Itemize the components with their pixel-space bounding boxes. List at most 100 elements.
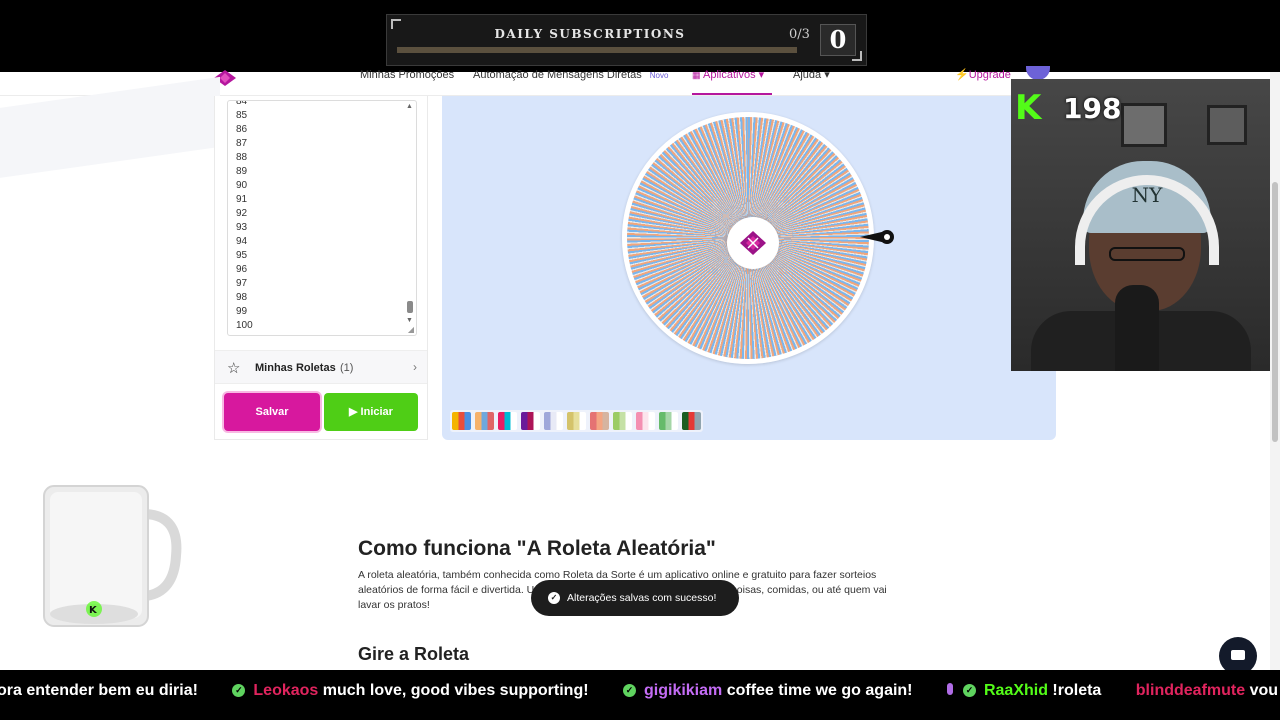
entry-line: 95: [236, 250, 248, 261]
nav-item-dm-automation[interactable]: Automação de Mensagens Diretas Novo: [473, 69, 669, 81]
new-badge: Novo: [649, 71, 669, 80]
nav-item-apps[interactable]: ▦ Aplicativos ▾: [692, 69, 765, 81]
color-palette-swatch[interactable]: [498, 412, 517, 430]
ticker-user: Leokaos: [253, 682, 319, 699]
wheel-panel: [442, 96, 1056, 440]
color-palette-swatch[interactable]: [475, 412, 494, 430]
star-icon: ☆: [227, 360, 241, 377]
ticker-message: ✓ Leokaos much love, good vibes supportin…: [232, 682, 593, 699]
textarea-scrollbar-thumb[interactable]: [407, 301, 413, 313]
ticker-text: coffee time we go again!: [722, 682, 913, 699]
webcam-overlay: NY: [1011, 79, 1270, 371]
mic-icon: [946, 683, 953, 695]
color-palette-swatch[interactable]: [452, 412, 471, 430]
nav-item-label: Aplicativos ▾: [703, 69, 765, 81]
entry-line: 97: [236, 278, 248, 289]
subs-progress-bar: [397, 47, 797, 53]
subs-title: DAILY SUBSCRIPTIONS: [494, 27, 686, 41]
grid-icon: ▦: [692, 70, 704, 80]
start-button[interactable]: ▶ Iniciar: [324, 393, 418, 431]
follower-count: 198: [1063, 92, 1122, 125]
color-palette-swatch[interactable]: [590, 412, 609, 430]
resize-grip-icon[interactable]: ◢: [408, 325, 414, 334]
entry-line: 84: [236, 100, 248, 107]
chevron-right-icon: ›: [413, 360, 417, 374]
article-title: Como funciona "A Roleta Aleatória": [358, 537, 716, 560]
section-title: Gire a Roleta: [358, 644, 470, 664]
success-toast: ✓ Alterações salvas com sucesso!: [531, 580, 739, 616]
color-palette-swatch[interactable]: [613, 412, 632, 430]
spin-wheel[interactable]: [622, 112, 874, 364]
wheel-hub[interactable]: [727, 217, 779, 269]
entry-line: 90: [236, 180, 248, 191]
ticker-message: ora entender bem eu diria!: [0, 682, 202, 699]
entry-line: 87: [236, 138, 248, 149]
entry-line: 85: [236, 110, 248, 121]
nav-item-help[interactable]: Ajuda ▾: [793, 70, 830, 81]
subs-count: 0: [820, 24, 856, 56]
toast-message: Alterações salvas com sucesso!: [567, 592, 717, 604]
entry-line: 98: [236, 292, 248, 303]
entry-line: 100: [236, 320, 253, 331]
beer-mug-image: K: [43, 485, 182, 627]
ticker-user: blinddeafmute: [1135, 682, 1246, 699]
entry-line: 92: [236, 208, 248, 219]
nav-item-label: Automação de Mensagens Diretas: [473, 69, 642, 81]
entry-line: 93: [236, 222, 248, 233]
my-wheels-label: Minhas Roletas: [255, 362, 336, 374]
entry-line: 94: [236, 236, 248, 247]
brand-logo-icon: [740, 231, 766, 255]
ticker-text: ora entender bem eu diria!: [0, 682, 198, 699]
ticker-user: RaaXhid: [983, 682, 1048, 699]
entries-textarea[interactable]: 84 85 86 87 88 89 90 91 92 93 94 95 96 9…: [227, 100, 417, 336]
avatar[interactable]: [1026, 66, 1050, 80]
microphone: [1115, 285, 1159, 371]
ticker-message: ✓ RaaXhid !roleta: [946, 682, 1106, 699]
wheel-pointer-icon: [860, 230, 894, 244]
color-palette-swatch[interactable]: [682, 412, 701, 430]
entry-line: 96: [236, 264, 248, 275]
entries-panel: 84 85 86 87 88 89 90 91 92 93 94 95 96 9…: [214, 96, 428, 440]
active-nav-indicator: [692, 93, 772, 95]
ticker-text: much love, good vibes supporting!: [318, 682, 589, 699]
color-palette-swatch[interactable]: [544, 412, 563, 430]
entry-line: 89: [236, 166, 248, 177]
wall-picture: [1121, 103, 1167, 147]
save-button[interactable]: Salvar: [224, 393, 320, 431]
color-palette-picker: [450, 410, 703, 432]
ticker-text: !roleta: [1047, 682, 1102, 699]
daily-subscriptions-widget: DAILY SUBSCRIPTIONS 0/3 0: [386, 14, 867, 66]
color-palette-swatch[interactable]: [521, 412, 540, 430]
my-wheels-count: (1): [340, 362, 354, 374]
upgrade-link[interactable]: ⚡Upgrade: [955, 70, 1011, 81]
entry-line: 91: [236, 194, 248, 205]
color-palette-swatch[interactable]: [659, 412, 678, 430]
ticker-text: vou da: [1249, 682, 1280, 699]
scroll-down-icon[interactable]: ▼: [406, 317, 413, 324]
svg-text:K: K: [89, 605, 98, 616]
glasses: [1109, 247, 1185, 261]
nav-item-promotions[interactable]: Minhas Promoções: [360, 70, 454, 81]
entry-line: 86: [236, 124, 248, 135]
chat-ticker: ora entender bem eu diria! ✓ Leokaos much…: [0, 670, 1280, 720]
kick-logo-icon: K: [1015, 88, 1042, 128]
subs-fraction: 0/3: [789, 27, 810, 42]
entry-line: 88: [236, 152, 248, 163]
check-icon: ✓: [623, 684, 636, 697]
check-icon: ✓: [962, 684, 976, 697]
color-palette-swatch[interactable]: [636, 412, 655, 430]
page-scrollbar-thumb[interactable]: [1272, 182, 1278, 442]
entry-line: 99: [236, 306, 248, 317]
ticker-message: blinddeafmute vou da: [1136, 682, 1280, 699]
check-icon: ✓: [548, 592, 560, 604]
textarea-scrollbar[interactable]: ▲ ▼: [405, 101, 415, 335]
wall-picture: [1207, 105, 1247, 145]
page-scrollbar[interactable]: [1270, 72, 1280, 670]
scroll-up-icon[interactable]: ▲: [406, 103, 413, 110]
ticker-user: gigikikiam: [644, 682, 723, 699]
color-palette-swatch[interactable]: [567, 412, 586, 430]
my-wheels-row[interactable]: ☆ Minhas Roletas (1) ›: [215, 350, 427, 384]
ticker-messages: ora entender bem eu diria! ✓ Leokaos much…: [0, 682, 1280, 700]
chat-bubble-icon: [1231, 650, 1245, 660]
ticker-message: ✓ gigikikiam coffee time we go again!: [623, 682, 917, 699]
